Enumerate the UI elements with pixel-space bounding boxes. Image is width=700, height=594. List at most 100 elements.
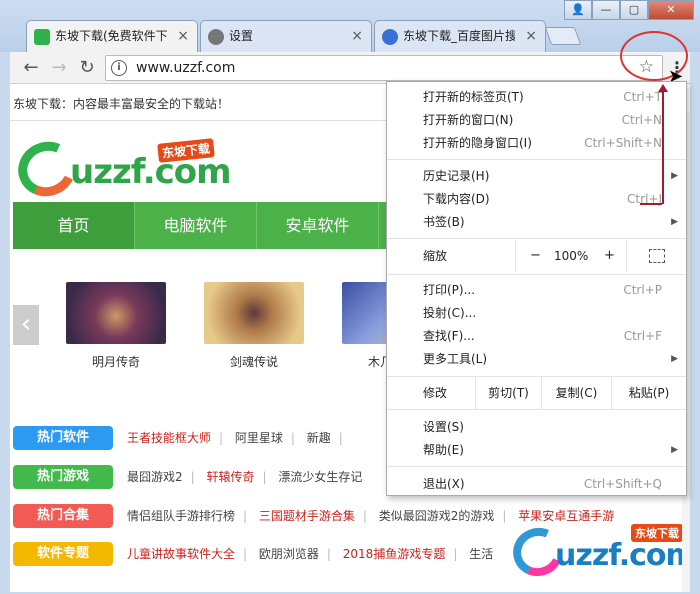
browser-window: 👤 — ▢ ✕ 东坡下载(免费软件下 × 设置 × 东坡下载_百度图片搜 × ←… [0,0,700,594]
menu-item-downloads[interactable]: 下载内容(D) Ctrl+J [387,188,686,210]
submenu-arrow-icon: ▶ [671,171,678,181]
category-link[interactable]: 阿里星球 [235,431,283,445]
category-link[interactable]: 类似最囧游戏2的游戏 [379,509,495,523]
category-link[interactable]: 苹果安卓互通手游 [518,509,614,523]
site-tagline: 东坡下载：内容最丰富最安全的下载站！ [13,97,230,111]
edit-row: 修改 剪切(T) 复制(C) 粘贴(P) [387,377,686,409]
menu-item-shortcut: Ctrl+T [623,90,662,104]
zoom-in-button[interactable]: + [604,240,615,272]
category-link[interactable]: 王者技能框大师 [127,431,211,445]
browser-toolbar: ← → ↻ i www.uzzf.com ☆ ⋮ [10,52,690,84]
category-link[interactable]: 儿童讲故事软件大全 [127,547,235,561]
url-text[interactable]: www.uzzf.com [136,60,235,76]
category-link[interactable]: 最囧游戏2 [127,470,183,484]
tab-close-icon[interactable]: × [351,21,363,51]
forward-icon[interactable]: → [48,57,70,79]
category-badge[interactable]: 热门合集 [13,504,113,528]
menu-divider [387,466,686,467]
zoom-out-button[interactable]: − [530,240,541,272]
game-name[interactable]: 木几 [342,353,387,370]
paste-button[interactable]: 粘贴(P) [611,377,686,409]
menu-item-exit[interactable]: 退出(X) Ctrl+Shift+Q [387,473,686,495]
user-icon[interactable]: 👤 [564,0,592,20]
tab-baidu-images[interactable]: 东坡下载_百度图片搜 × [374,20,546,52]
gear-icon [208,29,224,45]
separator: | [362,509,367,523]
category-badge[interactable]: 热门软件 [13,426,113,450]
logo-text: uzzf.com [70,152,232,192]
menu-item-shortcut: Ctrl+N [621,113,662,127]
watermark-text: uzzf.com [555,538,690,573]
game-thumbnail[interactable] [66,282,166,344]
game-thumbnail[interactable] [204,282,304,344]
category-link[interactable]: 欧朋浏览器 [259,547,319,561]
menu-item-label: 退出(X) [423,477,465,491]
new-tab-button[interactable] [544,27,582,45]
category-link[interactable]: 新趣 [307,431,331,445]
minimize-button[interactable]: — [592,0,620,20]
watermark-logo: uzzf.com 东坡下载 [506,520,690,586]
game-card[interactable]: 剑魂传说 [204,282,304,370]
info-icon[interactable]: i [111,60,127,76]
nav-item-home[interactable]: 首页 [13,202,135,249]
separator: | [502,509,507,523]
tab-uzzf[interactable]: 东坡下载(免费软件下 × [26,20,198,52]
game-thumbnail[interactable] [342,282,387,344]
menu-item-help[interactable]: 帮助(E) ▶ [387,439,686,461]
site-logo[interactable]: uzzf.com 东坡下载 [10,133,238,205]
category-link[interactable]: 轩辕传奇 [207,470,255,484]
menu-item-history[interactable]: 历史记录(H) ▶ [387,165,686,187]
category-link[interactable]: 情侣组队手游排行榜 [127,509,235,523]
reload-icon[interactable]: ↻ [76,57,98,79]
watermark-badge: 东坡下载 [631,524,683,542]
tab-title: 东坡下载_百度图片搜 [403,29,515,43]
back-icon[interactable]: ← [20,57,42,79]
menu-divider [387,274,686,275]
menu-item-incognito[interactable]: 打开新的隐身窗口(I) Ctrl+Shift+N [387,132,686,154]
category-link[interactable]: 生活 [469,547,493,561]
game-name[interactable]: 剑魂传说 [204,353,304,370]
menu-item-shortcut: Ctrl+F [623,329,662,343]
address-bar[interactable]: i www.uzzf.com ☆ [105,55,663,81]
separator: | [453,547,458,561]
tab-close-icon[interactable]: × [177,21,189,51]
close-window-button[interactable]: ✕ [648,0,694,20]
menu-item-settings[interactable]: 设置(S) [387,416,686,438]
separator: | [243,509,248,523]
fullscreen-icon[interactable] [649,249,665,263]
tab-title: 设置 [229,29,254,43]
menu-item-find[interactable]: 查找(F)... Ctrl+F [387,325,686,347]
nav-item-android-software[interactable]: 安卓软件 [257,202,379,249]
game-name[interactable]: 明月传奇 [66,353,166,370]
copy-button[interactable]: 复制(C) [541,377,611,409]
separator: | [219,431,224,445]
menu-item-new-tab[interactable]: 打开新的标签页(T) Ctrl+T [387,86,686,108]
menu-item-cast[interactable]: 投射(C)... [387,302,686,324]
menu-item-new-window[interactable]: 打开新的窗口(N) Ctrl+N [387,109,686,131]
tab-close-icon[interactable]: × [525,21,537,51]
category-badge[interactable]: 软件专题 [13,542,113,566]
submenu-arrow-icon: ▶ [671,445,678,455]
menu-item-print[interactable]: 打印(P)... Ctrl+P [387,279,686,301]
cut-button[interactable]: 剪切(T) [475,377,541,409]
menu-item-bookmarks[interactable]: 书签(B) ▶ [387,211,686,233]
tab-settings[interactable]: 设置 × [200,20,372,52]
category-link[interactable]: 漂流少女生存记 [278,470,362,484]
game-card[interactable]: 木几 [342,282,387,370]
category-badge[interactable]: 热门游戏 [13,465,113,489]
game-card[interactable]: 明月传奇 [66,282,166,370]
maximize-button[interactable]: ▢ [620,0,648,20]
category-link[interactable]: 三国题材手游合集 [259,509,355,523]
category-links: 儿童讲故事软件大全 | 欧朋浏览器 | 2018捕鱼游戏专题 | 生活 [127,545,501,562]
menu-item-label: 打印(P)... [423,283,476,297]
browser-main-menu: 打开新的标签页(T) Ctrl+T 打开新的窗口(N) Ctrl+N 打开新的隐… [386,81,687,496]
nav-item-pc-software[interactable]: 电脑软件 [135,202,257,249]
zoom-row: 缩放 − 100% + [387,240,686,272]
menu-item-more-tools[interactable]: 更多工具(L) ▶ [387,348,686,370]
slider-prev-button[interactable]: ‹ [13,305,39,345]
menu-item-label: 更多工具(L) [423,352,488,366]
submenu-arrow-icon: ▶ [671,354,678,364]
menu-item-label: 查找(F)... [423,329,475,343]
menu-divider [387,159,686,160]
category-link[interactable]: 2018捕鱼游戏专题 [343,547,446,561]
